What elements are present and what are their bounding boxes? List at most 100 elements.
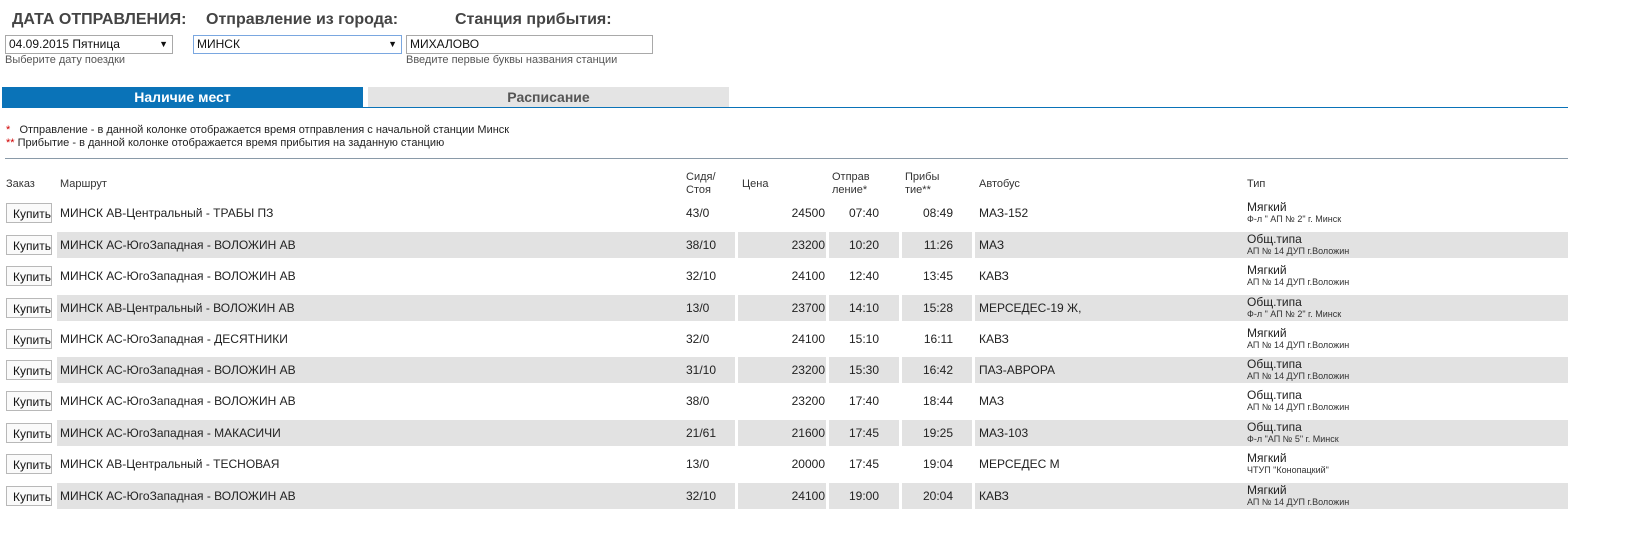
to-station-input[interactable]: МИХАЛОВО [406,35,653,54]
arrival-cell: 16:42 [922,363,953,377]
buy-button[interactable]: Купить [6,266,52,286]
header-bus: Автобус [979,178,1020,190]
bus-cell: КАВЗ [979,489,1009,503]
tab-schedule[interactable]: Расписание [368,87,729,108]
type-cell: Общ.типа АП № 14 ДУП г.Воложин [1247,233,1349,257]
price-cell: 23700 [791,301,825,315]
table-row: Купить МИНСК АВ-Центральный - ВОЛОЖИН АВ… [0,295,1568,321]
date-hint: Выберите дату поездки [5,54,126,66]
bus-cell: МАЗ-103 [979,426,1029,440]
buy-button[interactable]: Купить [6,360,52,380]
carrier-label: АП № 14 ДУП г.Воложин [1247,340,1350,350]
buy-button[interactable]: Купить [6,454,52,474]
header-route: Маршрут [60,178,107,190]
chevron-down-icon: ▼ [159,39,168,49]
bus-cell: МАЗ-152 [979,206,1029,220]
bus-cell: МАЗ [979,238,1005,252]
seats-cell: 43/0 [686,206,710,220]
type-label: Общ.типа [1247,388,1302,402]
price-cell: 23200 [791,394,825,408]
to-station-label: Станция прибытия: [455,11,612,28]
price-cell: 23200 [791,363,825,377]
arrival-cell: 16:11 [923,332,953,346]
arrival-cell: 08:49 [922,206,953,220]
arrival-cell: 11:26 [923,238,953,252]
departure-cell: 10:20 [848,238,879,252]
note-star: * [6,124,11,136]
chevron-down-icon: ▼ [388,39,397,49]
departure-cell: 17:40 [848,394,879,408]
route-cell: МИНСК АС-ЮгоЗападная - ДЕСЯТНИКИ [60,332,288,346]
buy-button[interactable]: Купить [6,203,52,223]
table-row: Купить МИНСК АС-ЮгоЗападная - ВОЛОЖИН АВ… [0,263,1568,289]
route-cell: МИНСК АВ-Центральный - ТРАБЫ ПЗ [60,206,274,220]
seats-cell: 38/10 [686,238,717,252]
type-label: Общ.типа [1247,420,1302,434]
price-cell: 24100 [791,332,825,346]
note-departure: * Отправление - в данной колонке отображ… [6,124,509,136]
type-cell: Общ.типа Ф-л "АП № 5" г. Минск [1247,421,1339,445]
date-select-value: 04.09.2015 Пятница [9,37,120,51]
route-cell: МИНСК АВ-Центральный - ВОЛОЖИН АВ [60,301,295,315]
type-label: Общ.типа [1247,295,1302,309]
seats-cell: 13/0 [686,301,710,315]
table-row: Купить МИНСК АС-ЮгоЗападная - ВОЛОЖИН АВ… [0,388,1568,414]
to-station-hint: Введите первые буквы названия станции [406,54,618,66]
type-cell: Мягкий АП № 14 ДУП г.Воложин [1247,327,1349,351]
from-city-label: Отправление из города: [206,11,399,28]
departure-cell: 15:10 [848,332,879,346]
seats-cell: 13/0 [686,457,710,471]
price-cell: 24100 [791,269,825,283]
seats-cell: 21/61 [686,426,717,440]
table-row: Купить МИНСК АВ-Центральный - ТРАБЫ ПЗ 4… [0,200,1568,226]
from-city-value: МИНСК [197,37,240,51]
tab-availability[interactable]: Наличие мест [2,87,363,108]
arrival-cell: 13:45 [922,269,953,283]
route-cell: МИНСК АС-ЮгоЗападная - ВОЛОЖИН АВ [60,489,296,503]
seats-cell: 32/10 [686,489,717,503]
header-seats: Сидя/ Стоя [686,171,716,197]
departure-cell: 17:45 [848,457,879,471]
departure-cell: 14:10 [848,301,879,315]
type-label: Общ.типа [1247,357,1302,371]
date-select[interactable]: 04.09.2015 Пятница ▼ [5,35,173,54]
type-cell: Общ.типа АП № 14 ДУП г.Воложин [1247,389,1349,413]
bus-cell: КАВЗ [979,332,1009,346]
type-cell: Общ.типа АП № 14 ДУП г.Воложин [1247,358,1349,382]
carrier-label: АП № 14 ДУП г.Воложин [1247,402,1350,412]
to-station-value: МИХАЛОВО [410,37,480,51]
price-cell: 24500 [791,206,825,220]
table-row: Купить МИНСК АС-ЮгоЗападная - ВОЛОЖИН АВ… [0,232,1568,258]
buy-button[interactable]: Купить [6,423,52,443]
date-label: ДАТА ОТПРАВЛЕНИЯ: [12,11,187,28]
from-city-select[interactable]: МИНСК ▼ [193,35,402,54]
seats-cell: 38/0 [686,394,710,408]
buy-button[interactable]: Купить [6,235,52,255]
type-cell: Общ.типа Ф-л " АП № 2" г. Минск [1247,296,1341,320]
route-cell: МИНСК АС-ЮгоЗападная - ВОЛОЖИН АВ [60,363,296,377]
header-departure-line1: Отправ [832,171,870,183]
route-cell: МИНСК АВ-Центральный - ТЕСНОВАЯ [60,457,280,471]
header-departure-line2: ление* [832,184,868,196]
route-cell: МИНСК АС-ЮгоЗападная - ВОЛОЖИН АВ [60,394,296,408]
type-cell: Мягкий ЧТУП "Конопацкий" [1247,452,1329,476]
table-row: Купить МИНСК АС-ЮгоЗападная - МАКАСИЧИ 2… [0,420,1568,446]
departure-cell: 12:40 [848,269,879,283]
buy-button[interactable]: Купить [6,486,52,506]
route-cell: МИНСК АС-ЮгоЗападная - ВОЛОЖИН АВ [60,269,296,283]
route-cell: МИНСК АС-ЮгоЗападная - МАКАСИЧИ [60,426,281,440]
carrier-label: Ф-л " АП № 2" г. Минск [1247,214,1342,224]
price-cell: 21600 [791,426,825,440]
type-label: Мягкий [1247,263,1287,277]
note-text: Отправление - в данной колонке отображае… [19,124,510,136]
header-seats-line1: Сидя/ [686,171,716,183]
table-row: Купить МИНСК АС-ЮгоЗападная - ВОЛОЖИН АВ… [0,483,1568,509]
carrier-label: Ф-л " АП № 2" г. Минск [1247,309,1342,319]
header-price: Цена [742,178,769,190]
header-departure: Отправ ление* [832,171,870,197]
tab-underline [2,107,1568,108]
buy-button[interactable]: Купить [6,329,52,349]
bus-cell: КАВЗ [979,269,1009,283]
buy-button[interactable]: Купить [6,391,52,411]
buy-button[interactable]: Купить [6,298,52,318]
